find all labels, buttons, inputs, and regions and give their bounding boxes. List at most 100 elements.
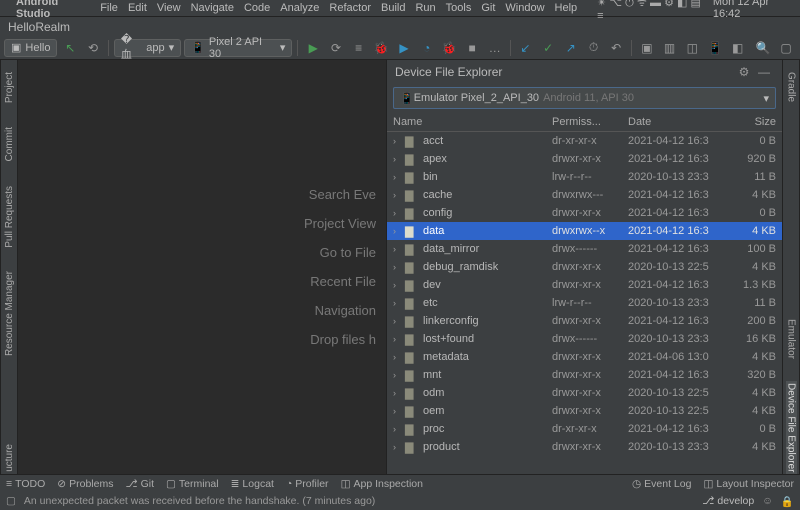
expand-icon[interactable]: › [393, 334, 405, 344]
file-row-metadata[interactable]: ›▇metadatadrwxr-xr-x2021-04-06 13:04 KB [387, 348, 782, 366]
apply-changes-icon[interactable]: ⟳ [326, 38, 346, 58]
run-icon[interactable]: ▶ [303, 38, 323, 58]
device-dropdown[interactable]: 📱 Emulator Pixel_2_API_30Android 11, API… [393, 87, 776, 109]
expand-icon[interactable]: › [393, 352, 405, 362]
status-icon[interactable]: ▢ [6, 495, 16, 507]
clock[interactable]: Mon 12 Apr 16:42 [713, 0, 794, 20]
expand-icon[interactable]: › [393, 226, 405, 236]
file-row-acct[interactable]: ›▇acctdr-xr-xr-x2021-04-12 16:30 B [387, 132, 782, 150]
project-selector[interactable]: ▣ Hello [4, 39, 57, 57]
tab-layout-inspector[interactable]: ◫ Layout Inspector [703, 478, 794, 490]
expand-icon[interactable]: › [393, 406, 405, 416]
gear-icon[interactable]: ⚙ [734, 62, 754, 82]
search-icon[interactable]: 🔍 [753, 38, 773, 58]
expand-icon[interactable]: › [393, 136, 405, 146]
expand-icon[interactable]: › [393, 262, 405, 272]
menu-analyze[interactable]: Analyze [280, 2, 319, 14]
expand-icon[interactable]: › [393, 244, 405, 254]
lock-icon[interactable]: 🔒 [781, 495, 794, 508]
expand-icon[interactable]: › [393, 388, 405, 398]
coverage-icon[interactable]: ▶ [394, 38, 414, 58]
expand-icon[interactable]: › [393, 316, 405, 326]
tab-terminal[interactable]: ▢ Terminal [166, 478, 219, 490]
menu-git[interactable]: Git [481, 2, 495, 14]
col-size[interactable]: Size [736, 116, 776, 128]
col-date[interactable]: Date [628, 116, 736, 128]
menu-view[interactable]: View [157, 2, 181, 14]
git-rollback-icon[interactable]: ↶ [606, 38, 626, 58]
expand-icon[interactable]: › [393, 298, 405, 308]
file-row-data[interactable]: ›▇datadrwxrwx--x2021-04-12 16:34 KB [387, 222, 782, 240]
git-commit-icon[interactable]: ✓ [538, 38, 558, 58]
device-manager-icon[interactable]: 📱 [705, 38, 725, 58]
file-row-cache[interactable]: ›▇cachedrwxrwx---2021-04-12 16:34 KB [387, 186, 782, 204]
file-row-data_mirror[interactable]: ›▇data_mirrordrwx------2021-04-12 16:310… [387, 240, 782, 258]
attach-debugger-icon[interactable]: 🐞 [440, 38, 460, 58]
expand-icon[interactable]: › [393, 208, 405, 218]
sidebar-project[interactable]: Project [4, 70, 15, 105]
tab-todo[interactable]: ≡ TODO [6, 478, 45, 490]
expand-icon[interactable]: › [393, 154, 405, 164]
file-row-etc[interactable]: ›▇etclrw-r--r--2020-10-13 23:311 B [387, 294, 782, 312]
user-icon[interactable]: ▢ [776, 38, 796, 58]
profile-icon[interactable]: ◔ [417, 38, 437, 58]
file-row-linkerconfig[interactable]: ›▇linkerconfigdrwxr-xr-x2021-04-12 16:32… [387, 312, 782, 330]
debug-icon[interactable]: 🐞 [372, 38, 392, 58]
expand-icon[interactable]: › [393, 280, 405, 290]
tab-git[interactable]: ⎇ Git [125, 478, 154, 490]
file-row-oem[interactable]: ›▇oemdrwxr-xr-x2020-10-13 22:54 KB [387, 402, 782, 420]
tab-problems[interactable]: ⊘ Problems [57, 478, 113, 490]
col-name[interactable]: Name [393, 116, 552, 128]
menu-run[interactable]: Run [415, 2, 435, 14]
menu-tools[interactable]: Tools [446, 2, 472, 14]
apply-code-icon[interactable]: ≡ [349, 38, 369, 58]
file-row-product[interactable]: ›▇productdrwxr-xr-x2020-10-13 23:34 KB [387, 438, 782, 456]
face-icon[interactable]: ☺ [762, 495, 773, 507]
sync-icon[interactable]: ⟲ [83, 38, 103, 58]
expand-icon[interactable]: › [393, 190, 405, 200]
sdk-manager-icon[interactable]: ▥ [660, 38, 680, 58]
sidebar-device-file-explorer[interactable]: Device File Explorer [786, 381, 797, 474]
resource-manager-icon[interactable]: ◫ [682, 38, 702, 58]
layout-inspector-icon[interactable]: ◧ [728, 38, 748, 58]
project-tab[interactable]: HelloRealm [8, 20, 70, 34]
menu-navigate[interactable]: Navigate [191, 2, 234, 14]
menu-code[interactable]: Code [244, 2, 270, 14]
file-row-bin[interactable]: ›▇binlrw-r--r--2020-10-13 23:311 B [387, 168, 782, 186]
menu-file[interactable]: File [100, 2, 118, 14]
file-tree[interactable]: ›▇acctdr-xr-xr-x2021-04-12 16:30 B›▇apex… [387, 132, 782, 474]
sidebar-resource-manager[interactable]: Resource Manager [4, 269, 15, 358]
file-row-odm[interactable]: ›▇odmdrwxr-xr-x2020-10-13 22:54 KB [387, 384, 782, 402]
git-history-icon[interactable]: ⏱ [584, 38, 604, 58]
hammer-icon[interactable]: ↖ [60, 38, 80, 58]
menu-edit[interactable]: Edit [128, 2, 147, 14]
device-selector[interactable]: 📱 Pixel 2 API 30 ▾ [184, 39, 292, 57]
expand-icon[interactable]: › [393, 442, 405, 452]
sidebar-structure[interactable]: ucture [4, 442, 15, 474]
git-push-icon[interactable]: ↗ [561, 38, 581, 58]
expand-icon[interactable]: › [393, 424, 405, 434]
col-permissions[interactable]: Permiss... [552, 116, 628, 128]
file-row-mnt[interactable]: ›▇mntdrwxr-xr-x2021-04-12 16:3320 B [387, 366, 782, 384]
stop-icon[interactable]: ■ [462, 38, 482, 58]
menu-refactor[interactable]: Refactor [329, 2, 371, 14]
expand-icon[interactable]: › [393, 370, 405, 380]
file-row-dev[interactable]: ›▇devdrwxr-xr-x2021-04-12 16:31.3 KB [387, 276, 782, 294]
tab-logcat[interactable]: ≣ Logcat [231, 478, 274, 490]
app-name[interactable]: Android Studio [16, 0, 90, 20]
sidebar-pull-requests[interactable]: Pull Requests [4, 184, 15, 250]
file-row-lost+found[interactable]: ›▇lost+founddrwx------2020-10-13 23:316 … [387, 330, 782, 348]
minimize-icon[interactable]: — [754, 62, 774, 82]
tab-event-log[interactable]: ◷ Event Log [632, 478, 691, 490]
more-icon[interactable]: … [485, 38, 505, 58]
tree-header[interactable]: Name Permiss... Date Size [387, 112, 782, 132]
git-branch[interactable]: ⎇ develop [702, 495, 754, 507]
menu-build[interactable]: Build [381, 2, 405, 14]
file-row-proc[interactable]: ›▇procdr-xr-xr-x2021-04-12 16:30 B [387, 420, 782, 438]
sidebar-commit[interactable]: Commit [4, 125, 15, 163]
avd-manager-icon[interactable]: ▣ [637, 38, 657, 58]
tab-profiler[interactable]: ◔ Profiler [286, 478, 329, 490]
file-row-apex[interactable]: ›▇apexdrwxr-xr-x2021-04-12 16:3920 B [387, 150, 782, 168]
expand-icon[interactable]: › [393, 172, 405, 182]
sidebar-gradle[interactable]: Gradle [786, 70, 797, 104]
